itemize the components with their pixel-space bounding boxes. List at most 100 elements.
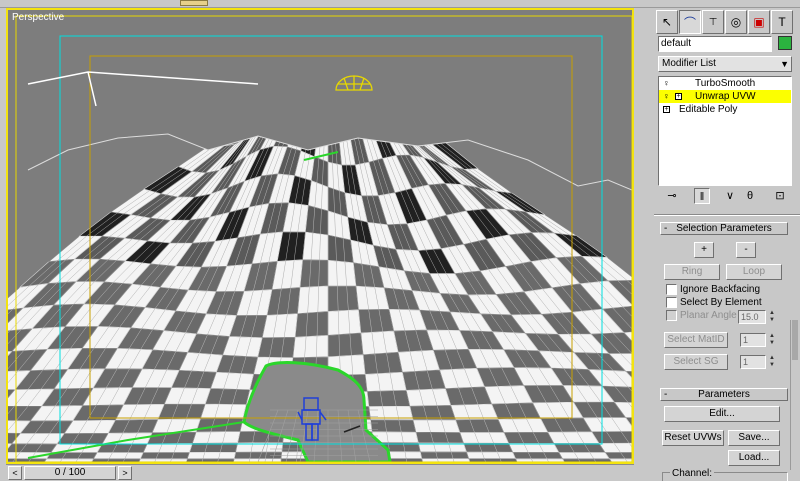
terrain-face <box>508 443 560 453</box>
terrain-face <box>139 452 190 460</box>
terrain-face <box>558 452 611 460</box>
terrain-face <box>327 285 359 312</box>
object-name-field[interactable]: default <box>658 36 772 52</box>
terrain-face <box>63 419 116 434</box>
terrain-face <box>370 419 417 433</box>
lightbulb-icon[interactable]: ♀ <box>663 78 671 89</box>
scrollbar-thumb[interactable] <box>792 320 798 360</box>
motion-tab[interactable]: ◎ <box>725 10 747 34</box>
reset-uvws-button[interactable]: Reset UVWs <box>662 430 724 446</box>
terrain-face <box>459 432 510 444</box>
planar-angle-checkbox[interactable] <box>666 310 677 321</box>
terrain-face <box>157 403 206 420</box>
hammer-icon: T <box>778 15 786 29</box>
terrain-face <box>491 402 542 420</box>
selection-parameters-rollout-header[interactable]: - Selection Parameters <box>660 222 788 235</box>
channel-group-label: Channel: <box>670 468 715 479</box>
lightbulb-icon[interactable]: ♀ <box>663 91 671 102</box>
terrain-face <box>591 431 632 444</box>
terrain-face <box>547 431 600 444</box>
object-color-swatch[interactable] <box>778 36 792 50</box>
configure-sets-icon[interactable]: ⊡ <box>772 188 788 204</box>
display-tab[interactable]: ▣ <box>748 10 770 34</box>
terrain-face <box>503 431 555 444</box>
show-end-result-icon[interactable]: ‖ <box>694 188 710 204</box>
viewport-label[interactable]: Perspective <box>12 12 64 23</box>
terrain-face <box>419 451 470 459</box>
prev-frame-button[interactable]: < <box>8 466 22 480</box>
modifier-stack: ♀ TurboSmooth ♀ + Unwrap UVW + Editable … <box>658 76 792 186</box>
terrain-face <box>8 443 58 453</box>
modify-tab[interactable]: ⌒ <box>679 10 701 34</box>
dropdown-arrow-icon: ▼ <box>780 59 789 69</box>
spinner-arrows-icon[interactable]: ▲ ▼ <box>768 333 776 347</box>
command-panel-scrollbar[interactable] <box>790 320 798 470</box>
terrain-face <box>582 417 632 433</box>
terrain-face <box>402 369 446 391</box>
time-slider[interactable]: 0 / 100 <box>24 466 116 480</box>
terrain-face <box>421 458 471 462</box>
pin-stack-icon[interactable]: ⊸ <box>664 188 680 204</box>
perspective-viewport[interactable]: Perspective <box>6 8 634 464</box>
terrain-face <box>598 442 632 453</box>
make-unique-icon[interactable]: ∨ <box>722 188 738 204</box>
sg-spinner[interactable]: 1 <box>740 355 766 369</box>
next-frame-button[interactable]: > <box>118 466 132 480</box>
ignore-backfacing-checkbox[interactable] <box>666 284 677 295</box>
planar-angle-label: Planar Angle <box>680 310 737 321</box>
terrain-face <box>466 451 517 460</box>
expand-plus-icon[interactable]: + <box>675 93 682 100</box>
terrain-face <box>302 231 329 261</box>
stack-item-editable-poly[interactable]: + Editable Poly <box>659 103 791 116</box>
terrain-face <box>455 418 505 433</box>
terrain-face <box>415 431 464 444</box>
stack-item-unwrap-uvw[interactable]: ♀ + Unwrap UVW <box>659 90 791 103</box>
terrain-face <box>92 452 144 460</box>
terrain-face <box>355 285 390 311</box>
terrain-face <box>393 329 434 353</box>
terrain-face <box>397 349 440 373</box>
bend-pipe-icon: ⌒ <box>683 15 696 30</box>
terrain-face <box>327 309 362 336</box>
save-uvw-button[interactable]: Save... <box>728 430 780 446</box>
modifier-list-label: Modifier List <box>662 58 716 69</box>
remove-modifier-icon[interactable]: θ <box>742 188 758 204</box>
terrain-face <box>200 403 247 420</box>
terrain-face <box>192 431 241 444</box>
hierarchy-icon: ⊤ <box>708 16 718 28</box>
terrain-face <box>360 330 399 356</box>
terrain-face <box>358 308 395 334</box>
select-matid-button[interactable]: Select MatID <box>664 332 728 348</box>
select-sg-button[interactable]: Select SG <box>664 354 728 370</box>
shrink-selection-button[interactable]: - <box>736 242 756 258</box>
matid-spinner[interactable]: 1 <box>740 333 766 347</box>
hierarchy-tab[interactable]: ⊤ <box>702 10 724 34</box>
parameters-rollout-header[interactable]: - Parameters <box>660 388 788 401</box>
ring-button[interactable]: Ring <box>664 264 720 280</box>
spinner-arrows-icon[interactable]: ▲ ▼ <box>768 355 776 369</box>
toolbar-tab[interactable] <box>180 0 208 6</box>
select-by-element-checkbox[interactable] <box>666 297 677 308</box>
spinner-arrows-icon[interactable]: ▲ ▼ <box>768 310 776 324</box>
grow-selection-button[interactable]: + <box>694 242 714 258</box>
stack-item-turbosmooth[interactable]: ♀ TurboSmooth <box>659 77 791 90</box>
terrain-face <box>327 332 364 358</box>
collapse-minus-icon: - <box>664 223 668 234</box>
load-uvw-button[interactable]: Load... <box>728 450 780 466</box>
modifier-list-dropdown[interactable]: Modifier List ▼ <box>658 56 792 72</box>
terrain-face <box>204 388 251 405</box>
create-tab[interactable]: ↖ <box>656 10 678 34</box>
planar-angle-spinner[interactable]: 15.0 <box>738 310 766 324</box>
expand-plus-icon[interactable]: + <box>663 106 670 113</box>
motion-wheel-icon: ◎ <box>730 15 742 29</box>
edit-uvw-button[interactable]: Edit... <box>664 406 780 422</box>
top-toolbar-strip <box>0 0 800 8</box>
panel-separator <box>654 214 800 216</box>
cursor-arrow-icon: ↖ <box>661 15 673 29</box>
utilities-tab[interactable]: T <box>771 10 793 34</box>
viewport-scene <box>8 10 632 462</box>
loop-button[interactable]: Loop <box>726 264 782 280</box>
terrain-face <box>292 335 329 358</box>
terrain-face <box>294 311 329 338</box>
terrain-face <box>142 443 193 453</box>
